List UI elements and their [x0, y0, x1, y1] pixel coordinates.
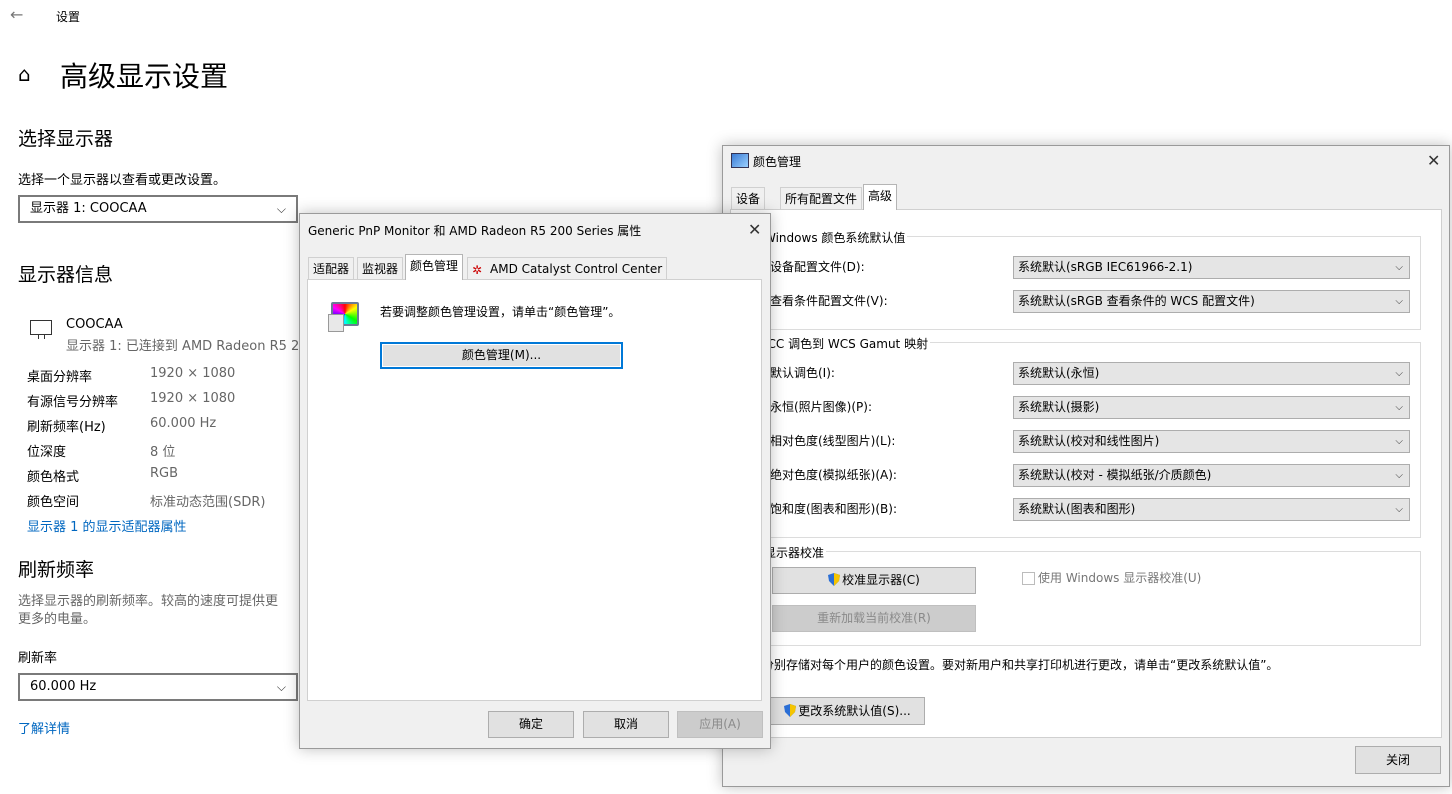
use-windows-calibration-checkbox[interactable] [1022, 572, 1035, 585]
info-value: 1920 × 1080 [150, 366, 236, 381]
tab-devices[interactable]: 设备 [731, 187, 766, 210]
chevron-down-icon: ⌵ [1395, 470, 1403, 481]
info-label: 颜色空间 [27, 495, 80, 510]
calibrate-display-button[interactable]: 校准显示器(C) [772, 567, 976, 594]
display-info-heading: 显示器信息 [18, 264, 114, 286]
tab-adapter[interactable]: 适配器 [308, 257, 355, 280]
color-management-icon [328, 300, 359, 332]
refresh-rate-value: 60.000 Hz [30, 679, 97, 694]
default-rendering-combo[interactable]: 系统默认(永恒) ⌵ [1013, 362, 1410, 385]
adapter-properties-link[interactable]: 显示器 1 的显示适配器属性 [27, 516, 187, 535]
color-management-icon [731, 153, 749, 168]
reload-calibration-button[interactable]: 重新加载当前校准(R) [772, 605, 976, 632]
refresh-desc-line2: 更多的电量。 [18, 612, 97, 627]
color-management-panel: 若要调整颜色管理设置，请单击“颜色管理”。 颜色管理(M)... [307, 279, 762, 701]
color-management-button[interactable]: 颜色管理(M)... [380, 342, 623, 369]
info-value: 60.000 Hz [150, 416, 217, 431]
chevron-down-icon: ⌵ [1395, 296, 1403, 307]
apply-button[interactable]: 应用(A) [677, 711, 763, 738]
props-dialog-title: Generic PnP Monitor 和 AMD Radeon R5 200 … [308, 224, 642, 238]
select-display-desc: 选择一个显示器以查看或更改设置。 [18, 173, 227, 188]
uac-shield-icon [828, 573, 841, 586]
relative-colorimetric-label: 相对色度(线型图片)(L): [770, 434, 896, 448]
viewing-conditions-combo[interactable]: 系统默认(sRGB 查看条件的 WCS 配置文件) ⌵ [1013, 290, 1410, 313]
display-select[interactable]: 显示器 1: COOCAA ⌵ [18, 195, 298, 223]
learn-more-link[interactable]: 了解详情 [18, 718, 70, 737]
use-windows-calibration-label: 使用 Windows 显示器校准(U) [1038, 571, 1202, 585]
combo-value: 系统默认(校对 - 模拟纸张/介质颜色) [1018, 468, 1212, 482]
group-legend: ICC 调色到 WCS Gamut 映射 [762, 335, 931, 352]
home-icon[interactable]: ⌂ [18, 62, 31, 86]
chevron-down-icon: ⌵ [276, 680, 286, 694]
relative-colorimetric-combo[interactable]: 系统默认(校对和线性图片) ⌵ [1013, 430, 1410, 453]
group-legend: Windows 颜色系统默认值 [762, 229, 908, 246]
refresh-heading: 刷新频率 [18, 559, 95, 581]
cancel-button[interactable]: 取消 [583, 711, 669, 738]
info-value: 1920 × 1080 [150, 391, 236, 406]
refresh-rate-label: 刷新率 [18, 651, 58, 666]
window-title: 设置 [56, 10, 81, 24]
tab-monitor[interactable]: 监视器 [357, 257, 404, 280]
chevron-down-icon: ⌵ [1395, 368, 1403, 379]
back-arrow-icon[interactable]: ← [10, 5, 23, 24]
combo-value: 系统默认(摄影) [1018, 400, 1100, 414]
tab-all-profiles[interactable]: 所有配置文件 [780, 187, 863, 210]
combo-value: 系统默认(图表和图形) [1018, 502, 1136, 516]
cm-dialog-title: 颜色管理 [753, 155, 802, 169]
chevron-down-icon: ⌵ [1395, 402, 1403, 413]
select-display-heading: 选择显示器 [18, 128, 114, 150]
tab-color-management[interactable]: 颜色管理 [405, 254, 464, 280]
close-button[interactable]: 关闭 [1355, 746, 1441, 774]
tab-amd-catalyst-label: AMD Catalyst Control Center [490, 262, 663, 276]
combo-value: 系统默认(永恒) [1018, 366, 1100, 380]
info-label: 位深度 [27, 445, 67, 460]
close-icon[interactable]: ✕ [1427, 151, 1440, 170]
refresh-desc-line1: 选择显示器的刷新频率。较高的速度可提供更 [18, 594, 279, 609]
chevron-down-icon: ⌵ [1395, 436, 1403, 447]
info-label: 颜色格式 [27, 470, 80, 485]
chevron-down-icon: ⌵ [1395, 262, 1403, 273]
tab-advanced[interactable]: 高级 [863, 184, 898, 210]
device-profile-label: 设备配置文件(D): [770, 260, 865, 274]
default-rendering-label: 默认调色(I): [770, 366, 835, 380]
calibrate-label: 校准显示器(C) [842, 573, 920, 587]
combo-value: 系统默认(sRGB IEC61966-2.1) [1018, 260, 1193, 274]
color-management-message: 若要调整颜色管理设置，请单击“颜色管理”。 [380, 305, 621, 319]
combo-value: 系统默认(校对和线性图片) [1018, 434, 1160, 448]
info-value: 标准动态范围(SDR) [150, 495, 266, 510]
viewing-conditions-label: 查看条件配置文件(V): [770, 294, 888, 308]
monitor-name: COOCAA [66, 317, 123, 332]
change-system-defaults-button[interactable]: 更改系统默认值(S)... [770, 697, 925, 725]
absolute-colorimetric-label: 绝对色度(模拟纸张)(A): [770, 468, 897, 482]
display-select-value: 显示器 1: COOCAA [30, 201, 147, 216]
refresh-rate-select[interactable]: 60.000 Hz ⌵ [18, 673, 298, 701]
perceptual-combo[interactable]: 系统默认(摄影) ⌵ [1013, 396, 1410, 419]
page-title: 高级显示设置 [60, 60, 229, 93]
perceptual-label: 永恒(照片图像)(P): [770, 400, 873, 414]
change-defaults-label: 更改系统默认值(S)... [798, 704, 911, 718]
chevron-down-icon: ⌵ [276, 202, 286, 216]
absolute-colorimetric-combo[interactable]: 系统默认(校对 - 模拟纸张/介质颜色) ⌵ [1013, 464, 1410, 487]
device-profile-combo[interactable]: 系统默认(sRGB IEC61966-2.1) ⌵ [1013, 256, 1410, 279]
info-label: 有源信号分辨率 [27, 395, 119, 410]
monitor-properties-dialog: Generic PnP Monitor 和 AMD Radeon R5 200 … [299, 213, 771, 749]
combo-value: 系统默认(sRGB 查看条件的 WCS 配置文件) [1018, 294, 1255, 308]
saturation-combo[interactable]: 系统默认(图表和图形) ⌵ [1013, 498, 1410, 521]
monitor-icon [30, 320, 52, 339]
close-icon[interactable]: ✕ [748, 220, 761, 239]
info-value: 8 位 [150, 445, 176, 460]
system-defaults-note: 分别存储对每个用户的颜色设置。要对新用户和共享打印机进行更改，请单击“更改系统默… [762, 658, 1279, 672]
info-value: RGB [150, 466, 179, 481]
info-label: 刷新频率(Hz) [27, 420, 106, 435]
group-legend: 显示器校准 [762, 544, 827, 561]
ok-button[interactable]: 确定 [488, 711, 574, 738]
chevron-down-icon: ⌵ [1395, 504, 1403, 515]
wcs-defaults-group [760, 236, 1421, 330]
monitor-connection: 显示器 1: 已连接到 AMD Radeon R5 20 [66, 339, 300, 354]
saturation-label: 饱和度(图表和图形)(B): [770, 502, 898, 516]
amd-catalyst-icon: ✲ [472, 263, 483, 277]
info-label: 桌面分辨率 [27, 370, 93, 385]
uac-shield-icon [784, 704, 797, 717]
tab-amd-catalyst[interactable]: ✲ AMD Catalyst Control Center [467, 257, 668, 280]
